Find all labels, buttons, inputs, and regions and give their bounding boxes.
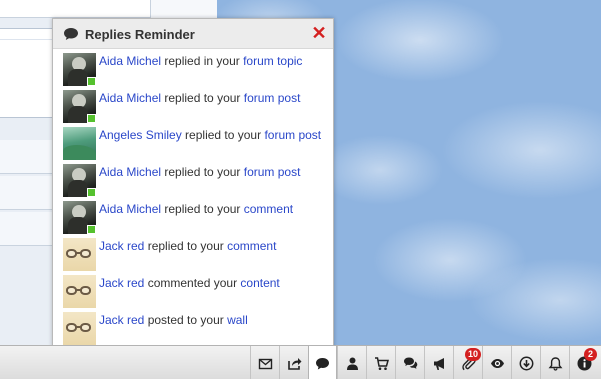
reminder-action: replied to your	[181, 128, 265, 142]
user-link[interactable]: Aida Michel	[99, 165, 161, 179]
user-button[interactable]	[337, 346, 366, 379]
chat-button[interactable]	[308, 346, 337, 379]
reminder-action: replied to your	[144, 239, 228, 253]
popup-header: Replies Reminder ✕	[53, 19, 333, 49]
avatar[interactable]	[63, 275, 96, 308]
reminder-action: commented your	[144, 276, 241, 290]
megaphone-icon	[433, 357, 444, 370]
avatar[interactable]	[63, 127, 96, 160]
megaphone-button[interactable]	[424, 346, 453, 379]
chat-bubble-icon	[64, 28, 78, 40]
user-link[interactable]: Jack red	[99, 313, 144, 327]
reminder-text: Aida Michel replied to your comment	[99, 202, 293, 216]
target-link[interactable]: comment	[244, 202, 293, 216]
reminder-item[interactable]: Aida Michel replied in your forum topic	[63, 53, 333, 87]
notification-badge: 2	[584, 348, 597, 361]
cart-icon	[374, 356, 389, 370]
online-status-indicator	[87, 114, 96, 123]
close-button[interactable]: ✕	[311, 24, 327, 42]
user-link[interactable]: Angeles Smiley	[99, 128, 182, 142]
reminder-item[interactable]: Aida Michel replied to your forum post	[63, 164, 333, 198]
cart-button[interactable]	[366, 346, 395, 379]
download-button[interactable]	[511, 346, 540, 379]
reminder-text: Jack red replied to your comment	[99, 239, 276, 253]
avatar[interactable]	[63, 53, 96, 86]
bottom-toolbar: 10 2	[0, 345, 601, 379]
avatar[interactable]	[63, 201, 96, 234]
reminder-text: Aida Michel replied in your forum topic	[99, 54, 302, 68]
avatar[interactable]	[63, 164, 96, 197]
reminder-item[interactable]: Jack red commented your content	[63, 275, 333, 309]
reminder-text: Angeles Smiley replied to your forum pos…	[99, 128, 321, 142]
user-link[interactable]: Aida Michel	[99, 202, 161, 216]
attachment-button[interactable]: 10	[453, 346, 482, 379]
user-link[interactable]: Aida Michel	[99, 91, 161, 105]
reminder-item[interactable]: Jack red posted to your wall	[63, 312, 333, 346]
avatar[interactable]	[63, 312, 96, 345]
chat-icon	[316, 357, 329, 369]
avatar[interactable]	[63, 238, 96, 271]
comments-button[interactable]	[395, 346, 424, 379]
target-link[interactable]: forum post	[244, 165, 301, 179]
background-window-panel	[150, 0, 217, 18]
reminder-item[interactable]: Aida Michel replied to your forum post	[63, 90, 333, 124]
comments-icon	[403, 357, 417, 369]
target-link[interactable]: comment	[227, 239, 276, 253]
popup-title: Replies Reminder	[85, 27, 195, 42]
reminder-text: Aida Michel replied to your forum post	[99, 91, 300, 105]
mail-icon	[258, 358, 272, 369]
bell-icon	[548, 356, 562, 371]
download-icon	[519, 356, 533, 370]
eye-button[interactable]	[482, 346, 511, 379]
reminder-text: Aida Michel replied to your forum post	[99, 165, 300, 179]
replies-reminder-popup: Replies Reminder ✕ Aida Michel replied i…	[52, 18, 334, 348]
user-link[interactable]: Jack red	[99, 276, 144, 290]
user-link[interactable]: Jack red	[99, 239, 144, 253]
info-button[interactable]: 2	[569, 346, 598, 379]
notification-badge: 10	[465, 348, 482, 361]
target-link[interactable]: forum post	[244, 91, 301, 105]
reminder-text: Jack red posted to your wall	[99, 313, 248, 327]
reminder-item[interactable]: Jack red replied to your comment	[63, 238, 333, 272]
reminder-action: replied to your	[161, 91, 244, 105]
target-link[interactable]: forum post	[264, 128, 321, 142]
user-link[interactable]: Aida Michel	[99, 54, 161, 68]
reminder-action: replied in your	[161, 54, 244, 68]
target-link[interactable]: content	[240, 276, 279, 290]
reminder-text: Jack red commented your content	[99, 276, 280, 290]
reminder-item[interactable]: Angeles Smiley replied to your forum pos…	[63, 127, 333, 161]
online-status-indicator	[87, 188, 96, 197]
reminder-action: replied to your	[161, 165, 244, 179]
avatar[interactable]	[63, 90, 96, 123]
background-window-titlebar	[0, 0, 150, 18]
reminder-action: replied to your	[161, 202, 244, 216]
online-status-indicator	[87, 225, 96, 234]
bell-button[interactable]	[540, 346, 569, 379]
target-link[interactable]: wall	[227, 313, 248, 327]
user-icon	[346, 357, 358, 370]
share-icon	[287, 357, 301, 370]
eye-icon	[490, 358, 504, 368]
reminder-item[interactable]: Aida Michel replied to your comment	[63, 201, 333, 235]
reminder-action: posted to your	[144, 313, 228, 327]
online-status-indicator	[87, 77, 96, 86]
target-link[interactable]: forum topic	[243, 54, 302, 68]
mail-button[interactable]	[250, 346, 279, 379]
share-button[interactable]	[279, 346, 308, 379]
